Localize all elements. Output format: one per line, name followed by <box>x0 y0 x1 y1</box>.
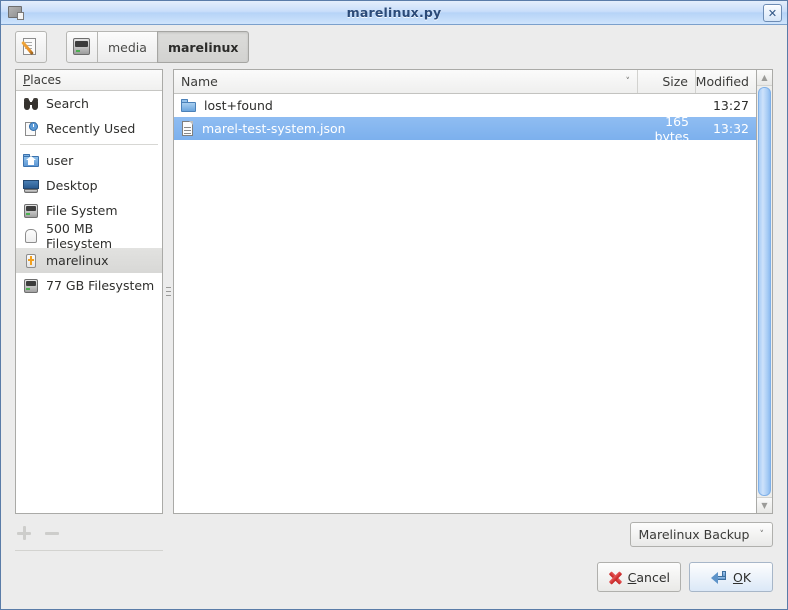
sidebar-item-label: user <box>46 153 74 168</box>
sidebar-item-label: marelinux <box>46 253 109 268</box>
usb-drive-icon <box>23 253 39 269</box>
scrollbar-track[interactable] <box>757 86 772 497</box>
file-list-header: Name ˅ Size Modified <box>174 70 756 94</box>
edit-pencil-icon <box>21 37 41 57</box>
pane-splitter[interactable] <box>163 69 173 514</box>
dialog-actions: Cancel OK <box>596 562 773 592</box>
sidebar-item-user[interactable]: user <box>16 148 162 173</box>
cancel-button-label: Cancel <box>627 569 670 585</box>
places-list: Search Recently Used user Desktop File S… <box>16 91 162 513</box>
file-size-cell: 165 bytes <box>654 113 689 144</box>
ok-button-label: OK <box>732 569 752 585</box>
monitor-icon <box>23 178 39 194</box>
column-header-name[interactable]: Name ˅ <box>174 70 638 93</box>
binoculars-icon <box>23 96 39 112</box>
file-name-cell: lost+found <box>174 98 638 113</box>
cancel-button[interactable]: Cancel <box>596 562 681 592</box>
sidebar-item-recently-used[interactable]: Recently Used <box>16 116 162 141</box>
file-list-pane: Name ˅ Size Modified lost+found 13:27 ma… <box>173 69 757 514</box>
sidebar-item-search[interactable]: Search <box>16 91 162 116</box>
sidebar-item-label: 500 MB Filesystem <box>46 220 113 251</box>
cancel-x-icon <box>608 570 623 585</box>
sidebar-item-marelinux[interactable]: marelinux <box>16 248 162 273</box>
file-name-label: marel-test-system.json <box>202 121 346 136</box>
places-header: Places <box>16 70 162 91</box>
file-modified-cell: 13:27 <box>712 98 749 113</box>
folder-icon <box>181 98 197 113</box>
close-icon[interactable]: ✕ <box>763 4 782 22</box>
title-bar: marelinux.py ✕ <box>1 1 787 25</box>
sidebar-item-500mb-filesystem[interactable]: 500 MB Filesystem <box>16 220 162 251</box>
footer: Marelinux Backup ˅ Cancel OK <box>1 514 787 609</box>
scroll-up-icon[interactable]: ▲ <box>757 70 772 86</box>
home-folder-icon <box>23 153 39 169</box>
harddrive-icon <box>23 203 39 219</box>
column-header-name-label: Name <box>181 74 218 89</box>
recent-clock-icon <box>23 121 39 137</box>
file-type-filter-select[interactable]: Marelinux Backup ˅ <box>629 522 773 547</box>
column-header-modified[interactable]: Modified <box>696 70 756 93</box>
enter-arrow-icon <box>710 570 728 584</box>
splitter-grip-icon <box>166 286 171 297</box>
window-document-icon <box>8 5 25 21</box>
window-title: marelinux.py <box>346 5 442 20</box>
scrollbar-thumb[interactable] <box>758 87 771 496</box>
file-name-label: lost+found <box>204 98 273 113</box>
places-sidebar: Places Search Recently Used user Desktop… <box>15 69 163 514</box>
document-icon <box>181 120 195 137</box>
volume-icon <box>23 228 39 244</box>
sidebar-separator <box>20 144 158 145</box>
vertical-scrollbar[interactable]: ▲ ▼ <box>757 69 773 514</box>
toolbar: media marelinux <box>1 25 787 69</box>
sidebar-item-label: 77 GB Filesystem <box>46 278 155 293</box>
chevron-down-icon: ˅ <box>759 529 765 540</box>
sidebar-item-label: Recently Used <box>46 121 136 136</box>
remove-place-button[interactable] <box>43 524 61 542</box>
sidebar-item-label: File System <box>46 203 118 218</box>
sidebar-item-label: Search <box>46 96 89 111</box>
add-place-button[interactable] <box>15 524 33 542</box>
path-breadcrumb: media marelinux <box>66 31 250 63</box>
path-button-media[interactable]: media <box>97 31 158 63</box>
file-name-cell: marel-test-system.json <box>174 120 638 137</box>
sidebar-item-file-system[interactable]: File System <box>16 198 162 223</box>
harddrive-icon <box>23 278 39 294</box>
file-type-filter-value: Marelinux Backup <box>638 527 750 542</box>
edit-location-button[interactable] <box>15 31 47 63</box>
sidebar-item-77gb-filesystem[interactable]: 77 GB Filesystem <box>16 273 162 298</box>
sidebar-item-desktop[interactable]: Desktop <box>16 173 162 198</box>
chevron-down-icon: ˅ <box>625 76 631 87</box>
drive-icon <box>72 38 92 56</box>
path-button-device[interactable] <box>66 31 98 63</box>
places-edit-controls <box>15 524 163 551</box>
scroll-down-icon[interactable]: ▼ <box>757 497 772 513</box>
path-button-marelinux[interactable]: marelinux <box>156 31 250 63</box>
ok-button[interactable]: OK <box>689 562 773 592</box>
sidebar-item-label: Desktop <box>46 178 98 193</box>
file-chooser-window: marelinux.py ✕ media marelinux Places Se… <box>0 0 788 610</box>
table-row[interactable]: marel-test-system.json 165 bytes 13:32 <box>174 114 756 144</box>
file-list-body: lost+found 13:27 marel-test-system.json <box>174 94 756 513</box>
main-content: Places Search Recently Used user Desktop… <box>1 69 787 514</box>
column-header-size[interactable]: Size <box>638 70 696 93</box>
file-modified-cell: 13:32 <box>712 121 749 136</box>
